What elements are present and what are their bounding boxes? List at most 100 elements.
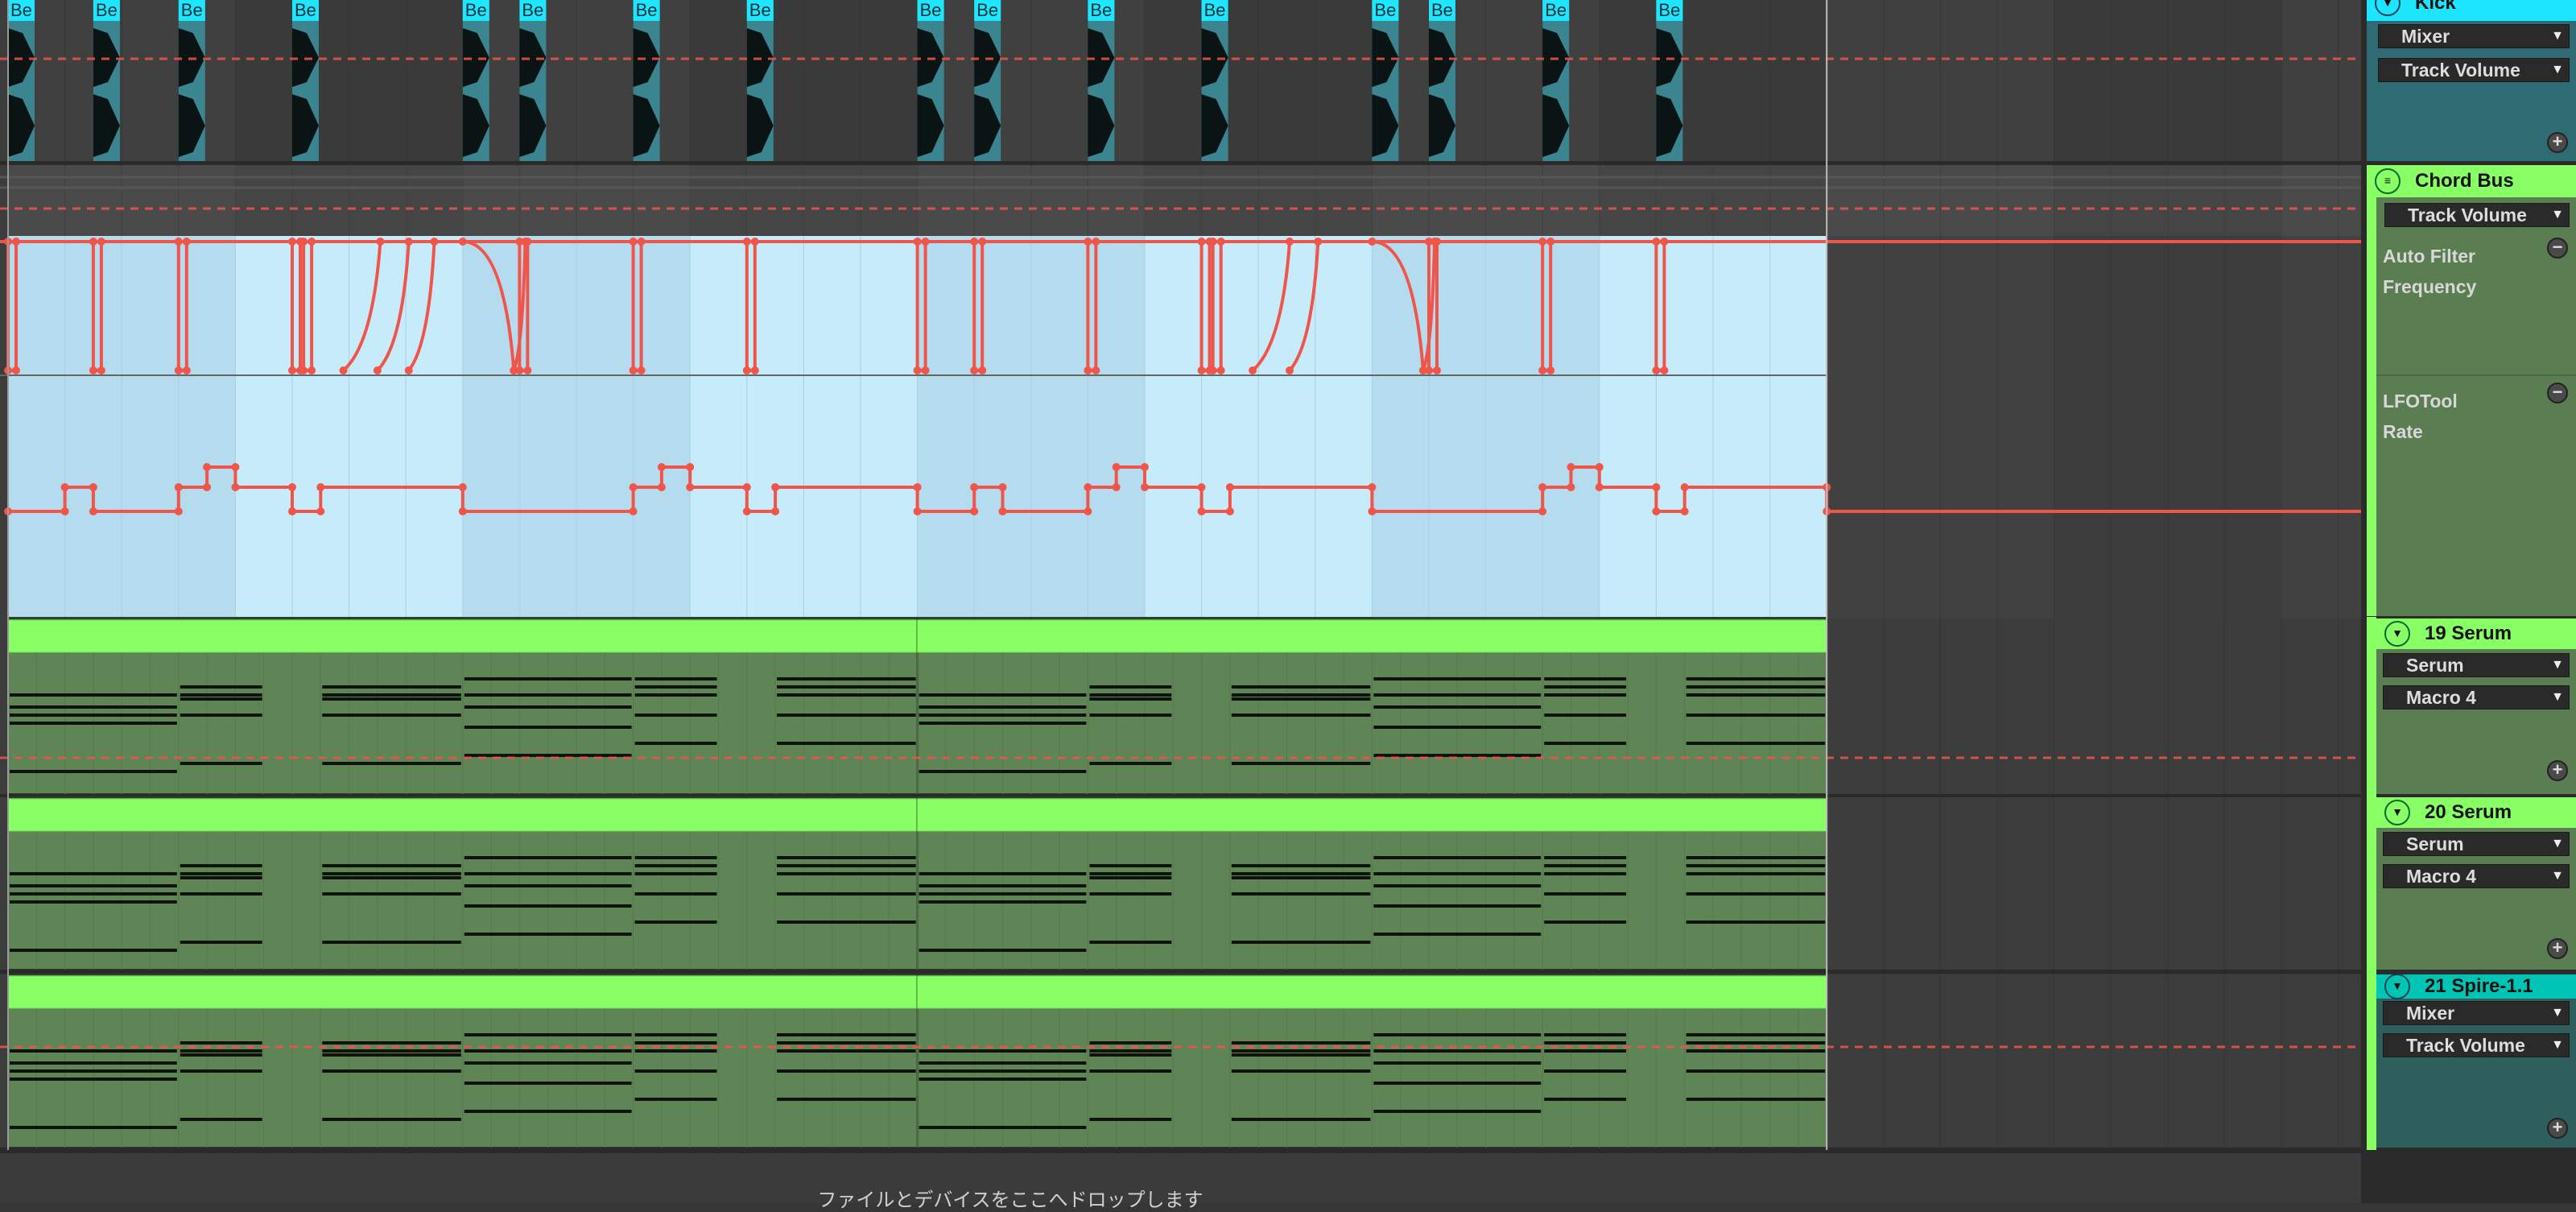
midi-note (322, 697, 461, 701)
midi-note (777, 1033, 916, 1036)
device-chooser[interactable]: Mixer ▼ (2383, 1001, 2570, 1025)
drop-zone[interactable]: ファイルとデバイスをここへドロップします (0, 1150, 2361, 1211)
kick-clip-label: Be (1204, 0, 1226, 20)
midi-clip-header (7, 619, 919, 653)
midi-note (777, 714, 916, 717)
automation-breakpoint (1112, 463, 1121, 471)
midi-note (464, 872, 632, 875)
midi-note (1544, 714, 1627, 717)
midi-note (634, 693, 717, 697)
midi-note (919, 693, 1087, 697)
midi-note (919, 872, 1087, 875)
track-name: 20 Serum (2425, 801, 2512, 823)
midi-clip-header (917, 798, 1827, 832)
fold-icon[interactable]: ▼ (2384, 621, 2410, 647)
fold-icon[interactable]: ▼ (2384, 800, 2410, 825)
midi-note (1686, 872, 1826, 875)
midi-note (1373, 884, 1542, 887)
midi-note (180, 693, 262, 697)
track-header[interactable]: ▼ 21 Spire-1.1 (2376, 974, 2576, 999)
track-21-spire[interactable]: ▼ 21 Spire-1.1 Mixer ▼ Track Volume ▼ + (2376, 974, 2576, 1148)
midi-note (322, 1069, 461, 1073)
add-lane-plus-icon[interactable]: + (2547, 132, 2568, 153)
track-20-serum[interactable]: ▼ 20 Serum Serum ▼ Macro 4 ▼ + (2376, 797, 2576, 970)
automation-breakpoint (1680, 507, 1689, 515)
track-header[interactable]: ≡ Chord Bus (2367, 165, 2576, 197)
track-header[interactable]: ▼ Kick (2367, 0, 2576, 21)
midi-note (634, 677, 717, 680)
midi-note (322, 941, 461, 944)
midi-note (1373, 1049, 1542, 1053)
midi-note (464, 726, 632, 729)
midi-note (1089, 1049, 1172, 1053)
midi-note (634, 1041, 717, 1044)
midi-note (1373, 693, 1542, 697)
parameter-chooser[interactable]: Macro 4 ▼ (2383, 685, 2570, 709)
track-kick[interactable]: ▼ Kick Mixer ▼ Track Volume ▼ + (2367, 0, 2576, 161)
track-header[interactable]: ▼ 19 Serum (2376, 618, 2576, 649)
midi-note (777, 1041, 916, 1044)
track-chord-bus[interactable]: ≡ Chord Bus Track Volume ▼ Auto Filter Fre… (2367, 165, 2576, 616)
midi-note (10, 949, 177, 952)
add-lane-plus-icon[interactable]: + (2547, 1118, 2568, 1139)
automation-breakpoint (629, 483, 638, 491)
midi-note (1544, 1069, 1627, 1073)
device-chooser[interactable]: Serum ▼ (2383, 832, 2570, 856)
track-divider (0, 161, 2361, 165)
automation-breakpoint (771, 483, 780, 491)
remove-lane-minus-icon[interactable]: − (2547, 238, 2568, 259)
parameter-chooser[interactable]: Macro 4 ▼ (2383, 864, 2570, 888)
midi-note (1089, 892, 1172, 896)
midi-note (1373, 677, 1542, 680)
track-name: Chord Bus (2415, 170, 2514, 192)
group-icon[interactable]: ≡ (2375, 168, 2401, 194)
midi-note (10, 1069, 177, 1073)
midi-note (1231, 864, 1371, 867)
midi-note (634, 864, 717, 867)
kick-clip-label: Be (976, 0, 998, 20)
dropdown-arrow-icon: ▼ (2551, 1006, 2564, 1020)
add-lane-plus-icon[interactable]: + (2547, 760, 2568, 781)
midi-note (10, 892, 177, 896)
midi-note (919, 714, 1087, 717)
midi-note (10, 900, 177, 904)
midi-note (10, 705, 177, 709)
midi-note (322, 685, 461, 689)
parameter-chooser[interactable]: Track Volume ▼ (2384, 203, 2570, 227)
dropdown-arrow-icon: ▼ (2551, 29, 2564, 43)
device-chooser[interactable]: Serum ▼ (2383, 653, 2570, 677)
arrangement-view[interactable]: Be Be Be Be Be Be Be Be Be Be Be Be Be Be Be Be (0, 0, 2361, 1150)
parameter-chooser[interactable]: Track Volume ▼ (2378, 58, 2570, 82)
midi-note (634, 856, 717, 859)
track-name: 21 Spire-1.1 (2425, 975, 2533, 997)
parameter-chooser[interactable]: Track Volume ▼ (2383, 1033, 2570, 1057)
midi-note (1686, 685, 1826, 689)
kick-clip-label: Be (636, 0, 658, 20)
midi-note (180, 864, 262, 867)
midi-note (1089, 941, 1172, 944)
midi-note (180, 1118, 262, 1121)
midi-note (1373, 872, 1542, 875)
midi-note (634, 920, 717, 924)
midi-note (1373, 1033, 1542, 1036)
device-chooser[interactable]: Mixer ▼ (2378, 24, 2570, 48)
track-19-serum[interactable]: ▼ 19 Serum Serum ▼ Macro 4 ▼ + (2376, 618, 2576, 794)
midi-note (777, 920, 916, 924)
automation-breakpoint (1368, 507, 1377, 515)
add-lane-plus-icon[interactable]: + (2547, 938, 2568, 959)
midi-note (777, 872, 916, 875)
automation-breakpoint (1141, 463, 1149, 471)
automation-breakpoint (1197, 507, 1206, 515)
kick-clip-label: Be (1545, 0, 1567, 20)
track-header[interactable]: ▼ 20 Serum (2376, 797, 2576, 828)
midi-note (1686, 1033, 1826, 1036)
automation-breakpoint (288, 507, 296, 515)
automation-breakpoint (1112, 483, 1121, 491)
fold-icon[interactable]: ▼ (2384, 974, 2410, 999)
remove-lane-minus-icon[interactable]: − (2547, 383, 2568, 403)
midi-note (1544, 685, 1627, 689)
automation-breakpoint (89, 507, 97, 515)
midi-note (1231, 1053, 1371, 1057)
automation-breakpoint (913, 483, 922, 491)
fold-icon[interactable]: ▼ (2375, 0, 2401, 16)
